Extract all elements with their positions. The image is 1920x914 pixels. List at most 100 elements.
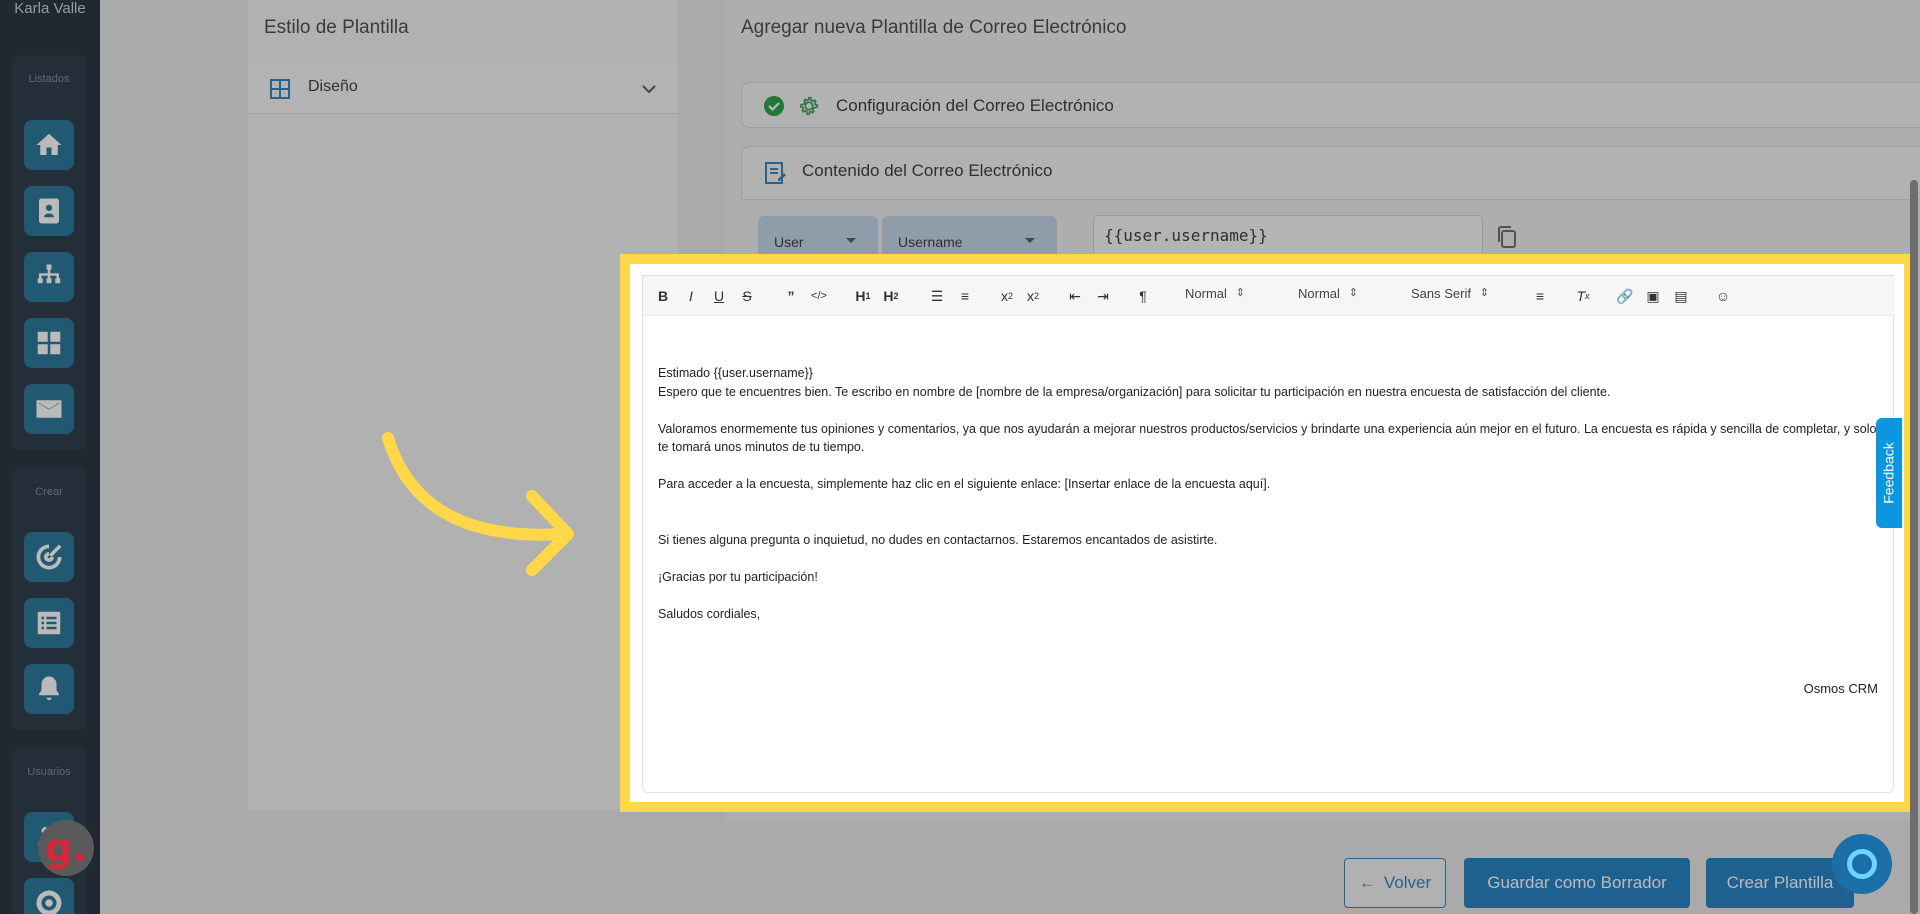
gear-icon bbox=[799, 96, 819, 116]
back-button[interactable]: ← Volver bbox=[1344, 858, 1446, 908]
strike-button[interactable]: S bbox=[737, 284, 757, 308]
email-line: ¡Gracias por tu participación! bbox=[658, 569, 818, 584]
sitemap-icon bbox=[37, 264, 61, 284]
variable-group-value: User bbox=[774, 234, 804, 250]
size-select[interactable]: Normal bbox=[1298, 286, 1358, 301]
page-scrollbar[interactable] bbox=[1910, 180, 1918, 914]
home-button[interactable] bbox=[24, 120, 74, 170]
template-style-panel: Estilo de Plantilla Diseño bbox=[248, 0, 678, 810]
bullet-list-button[interactable]: ≡ bbox=[953, 284, 977, 308]
target-icon bbox=[36, 890, 62, 914]
underline-button[interactable]: U bbox=[709, 284, 729, 308]
org-chart-button[interactable] bbox=[24, 252, 74, 302]
email-content-accordion[interactable]: Contenido del Correo Electrónico bbox=[741, 146, 1920, 200]
font-select[interactable]: Sans Serif bbox=[1411, 286, 1489, 301]
email-line bbox=[658, 457, 1878, 476]
feedback-tab[interactable]: Feedback bbox=[1876, 418, 1902, 528]
checklist-button[interactable] bbox=[24, 598, 74, 648]
copy-icon[interactable] bbox=[1496, 225, 1518, 249]
sidebar: Karla Valle Listados Crear Usuarios bbox=[0, 0, 100, 914]
design-label: Diseño bbox=[308, 78, 358, 95]
header-select[interactable]: Normal bbox=[1185, 286, 1245, 301]
design-accordion[interactable]: Diseño bbox=[248, 64, 678, 114]
checklist-icon bbox=[37, 611, 61, 635]
text-direction-button[interactable]: ¶ bbox=[1131, 284, 1155, 308]
contacts-button[interactable] bbox=[24, 186, 74, 236]
variable-field-value: Username bbox=[898, 234, 963, 250]
outdent-button[interactable]: ⇤ bbox=[1063, 284, 1087, 308]
sidebar-section-title: Listados bbox=[28, 73, 70, 85]
email-line bbox=[658, 549, 1878, 568]
create-template-label: Crear Plantilla bbox=[1726, 873, 1834, 892]
email-line: Valoramos enormemente tus opiniones y co… bbox=[658, 421, 1877, 455]
clear-format-button[interactable]: Tx bbox=[1571, 284, 1595, 308]
settings-button[interactable] bbox=[24, 878, 74, 914]
dashboard-button[interactable] bbox=[24, 318, 74, 368]
pointer-arrow-icon bbox=[382, 432, 574, 576]
template-style-title: Estilo de Plantilla bbox=[264, 17, 409, 38]
target-button[interactable] bbox=[24, 532, 74, 582]
email-line bbox=[658, 512, 1878, 531]
editor-toolbar: B I U S ” </> H1 H2 ☰ ≡ x2 x2 ⇤ ⇥ ¶ Norm… bbox=[643, 276, 1895, 316]
video-button[interactable]: ▤ bbox=[1669, 284, 1693, 308]
email-config-accordion[interactable]: Configuración del Correo Electrónico bbox=[741, 82, 1920, 128]
sidebar-section-title: Usuarios bbox=[27, 766, 71, 778]
rich-text-editor[interactable]: B I U S ” </> H1 H2 ☰ ≡ x2 x2 ⇤ ⇥ ¶ Norm… bbox=[642, 275, 1895, 793]
email-line: Estimado {{user.username}} bbox=[658, 366, 813, 380]
sidebar-section-crear: Crear bbox=[12, 468, 86, 730]
mail-button[interactable] bbox=[24, 384, 74, 434]
h2-button[interactable]: H2 bbox=[879, 284, 903, 308]
email-content-label: Contenido del Correo Electrónico bbox=[802, 161, 1053, 180]
email-config-label: Configuración del Correo Electrónico bbox=[836, 96, 1114, 115]
chat-launcher[interactable] bbox=[1832, 834, 1892, 894]
email-line: Espero que te encuentres bien. Te escrib… bbox=[658, 384, 1611, 399]
ordered-list-button[interactable]: ☰ bbox=[925, 284, 949, 308]
notifications-button[interactable] bbox=[24, 664, 74, 714]
email-body[interactable]: Estimado {{user.username}} Espero que te… bbox=[658, 364, 1878, 623]
email-line bbox=[658, 494, 1878, 513]
envelope-icon bbox=[36, 400, 62, 418]
caret-down-icon bbox=[846, 238, 856, 243]
target-icon bbox=[36, 544, 62, 570]
email-line: Saludos cordiales, bbox=[658, 606, 761, 621]
sidebar-section-title: Crear bbox=[35, 486, 63, 498]
italic-button[interactable]: I bbox=[681, 284, 701, 308]
image-button[interactable]: ▣ bbox=[1641, 284, 1665, 308]
email-signature: Osmos CRM bbox=[1803, 681, 1878, 696]
code-button[interactable]: </> bbox=[807, 284, 831, 308]
document-edit-icon bbox=[765, 162, 786, 184]
back-label: Volver bbox=[1383, 873, 1432, 892]
check-circle-icon bbox=[764, 96, 784, 116]
sidebar-section-listados: Listados bbox=[12, 55, 86, 450]
email-line bbox=[658, 401, 1878, 420]
email-line: Para acceder a la encuesta, simplemente … bbox=[658, 477, 1271, 491]
user-name: Karla Valle bbox=[14, 0, 86, 17]
page-title: Agregar nueva Plantilla de Correo Electr… bbox=[741, 17, 1127, 38]
chevron-down-icon bbox=[642, 85, 656, 94]
grid-icon bbox=[37, 331, 61, 355]
email-line: Si tienes alguna pregunta o inquietud, n… bbox=[658, 532, 1218, 547]
variable-output-field[interactable]: {{user.username}} bbox=[1093, 215, 1483, 257]
caret-down-icon bbox=[1025, 238, 1035, 243]
email-line bbox=[658, 586, 1878, 605]
chat-ring-icon bbox=[1847, 849, 1877, 879]
home-icon bbox=[36, 133, 62, 155]
grammarly-badge[interactable]: g. bbox=[38, 820, 94, 876]
superscript-button[interactable]: x2 bbox=[1021, 284, 1045, 308]
feedback-label: Feedback bbox=[1881, 442, 1898, 504]
arrow-left-icon: ← bbox=[1358, 873, 1376, 892]
emoji-button[interactable]: ☺ bbox=[1711, 284, 1735, 308]
save-draft-button[interactable]: Guardar como Borrador bbox=[1464, 858, 1690, 908]
quote-button[interactable]: ” bbox=[781, 284, 801, 308]
indent-button[interactable]: ⇥ bbox=[1091, 284, 1115, 308]
contact-card-icon bbox=[39, 198, 59, 224]
bold-button[interactable]: B bbox=[653, 284, 673, 308]
h1-button[interactable]: H1 bbox=[851, 284, 875, 308]
link-button[interactable]: 🔗 bbox=[1613, 284, 1637, 308]
variable-output-value: {{user.username}} bbox=[1104, 226, 1268, 245]
subscript-button[interactable]: x2 bbox=[995, 284, 1019, 308]
align-button[interactable]: ≡ bbox=[1528, 284, 1552, 308]
bell-icon bbox=[39, 676, 59, 701]
save-draft-label: Guardar como Borrador bbox=[1487, 873, 1667, 892]
layout-icon bbox=[270, 79, 290, 99]
